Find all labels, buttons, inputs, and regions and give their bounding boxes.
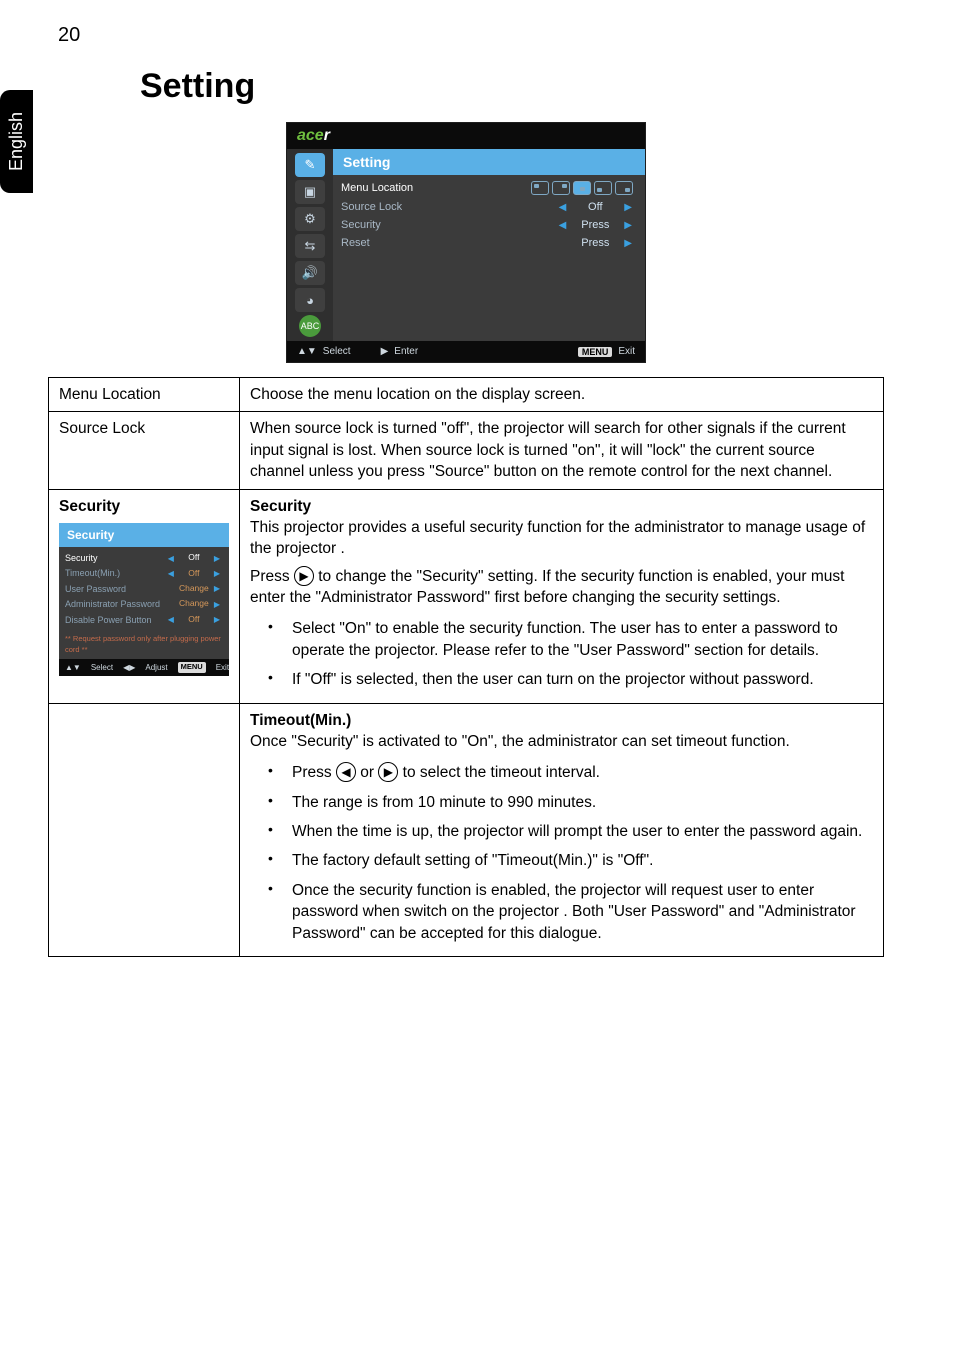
sec-osd-footer: ▲▼Select ◀▶Adjust MENUExit bbox=[59, 659, 229, 676]
up-down-icon: ▲▼ bbox=[297, 346, 317, 357]
security-bullet-off: If "Off" is selected, then the user can … bbox=[250, 665, 873, 694]
osd-security-screenshot: Security Security◀Off▶ Timeout(Min.)◀Off… bbox=[59, 523, 229, 676]
speaker-icon: 🔊 bbox=[295, 261, 325, 285]
osd-logo: acer bbox=[287, 123, 645, 149]
security-intro: This projector provides a useful securit… bbox=[250, 517, 873, 560]
osd-row-security: Security ◀ Press ▶ bbox=[341, 216, 637, 234]
security-press-line: Press ▶ to change the "Security" setting… bbox=[250, 566, 873, 609]
row-label-source-lock: Source Lock bbox=[49, 412, 240, 489]
row-desc-timeout: Timeout(Min.) Once "Security" is activat… bbox=[240, 703, 884, 956]
right-button-icon: ▶ bbox=[294, 566, 314, 586]
osd-footer: ▲▼Select ▶Enter MENUExit bbox=[287, 341, 645, 362]
sec-osd-title: Security bbox=[59, 523, 229, 548]
image-icon: ▣ bbox=[295, 180, 325, 204]
osd-title: Setting bbox=[333, 149, 645, 175]
security-subhead: Security bbox=[250, 496, 873, 517]
left-button-icon: ◀ bbox=[336, 762, 356, 782]
right-arrow-icon: ▶ bbox=[619, 202, 637, 213]
timeout-bullet-range: The range is from 10 minute to 990 minut… bbox=[250, 788, 873, 817]
right-button-icon: ▶ bbox=[378, 762, 398, 782]
sec-osd-note: ** Request password only after plugging … bbox=[59, 631, 229, 659]
wand-icon: ✎ bbox=[295, 153, 325, 177]
timeout-bullet-select: Press ◀ or ▶ to select the timeout inter… bbox=[250, 758, 873, 787]
language-icon: ABC bbox=[299, 315, 321, 337]
timeout-bullet-default: The factory default setting of "Timeout(… bbox=[250, 846, 873, 875]
row-label-timeout bbox=[49, 703, 240, 956]
row-label-menu-location: Menu Location bbox=[49, 378, 240, 412]
row-desc-source-lock: When source lock is turned "off", the pr… bbox=[240, 412, 884, 489]
language-tab: English bbox=[0, 90, 33, 193]
row-label-security: Security Security Security◀Off▶ Timeout(… bbox=[49, 489, 240, 703]
left-arrow-icon: ◀ bbox=[554, 202, 572, 213]
timeout-intro: Once "Security" is activated to "On", th… bbox=[250, 731, 873, 752]
row-desc-menu-location: Choose the menu location on the display … bbox=[240, 378, 884, 412]
sliders-icon: ⇆ bbox=[295, 234, 325, 258]
clock-icon: ◕ bbox=[295, 288, 325, 312]
row-desc-security: Security This projector provides a usefu… bbox=[240, 489, 884, 703]
right-arrow-icon: ▶ bbox=[619, 220, 637, 231]
osd-category-icons: ✎ ▣ ⚙ ⇆ 🔊 ◕ ABC bbox=[287, 149, 333, 341]
left-arrow-icon: ◀ bbox=[554, 220, 572, 231]
right-arrow-icon: ▶ bbox=[619, 238, 637, 249]
security-bullet-on: Select "On" to enable the security funct… bbox=[250, 614, 873, 665]
settings-table: Menu Location Choose the menu location o… bbox=[48, 377, 884, 957]
osd-row-reset: Reset ◀ Press ▶ bbox=[341, 234, 637, 252]
page-title: Setting bbox=[140, 67, 884, 106]
menu-key-icon: MENU bbox=[578, 347, 613, 357]
page-number: 20 bbox=[58, 24, 884, 47]
osd-setting-screenshot: acer ✎ ▣ ⚙ ⇆ 🔊 ◕ ABC Setting Menu Locati… bbox=[286, 122, 646, 363]
osd-row-source-lock: Source Lock ◀ Off ▶ bbox=[341, 198, 637, 216]
gear-icon: ⚙ bbox=[295, 207, 325, 231]
right-tri-icon: ▶ bbox=[381, 346, 389, 357]
timeout-bullet-startup: Once the security function is enabled, t… bbox=[250, 876, 873, 948]
timeout-bullet-prompt: When the time is up, the projector will … bbox=[250, 817, 873, 846]
osd-row-menu-location: Menu Location bbox=[341, 178, 637, 198]
menu-location-thumbs bbox=[531, 181, 633, 195]
timeout-subhead: Timeout(Min.) bbox=[250, 710, 873, 731]
